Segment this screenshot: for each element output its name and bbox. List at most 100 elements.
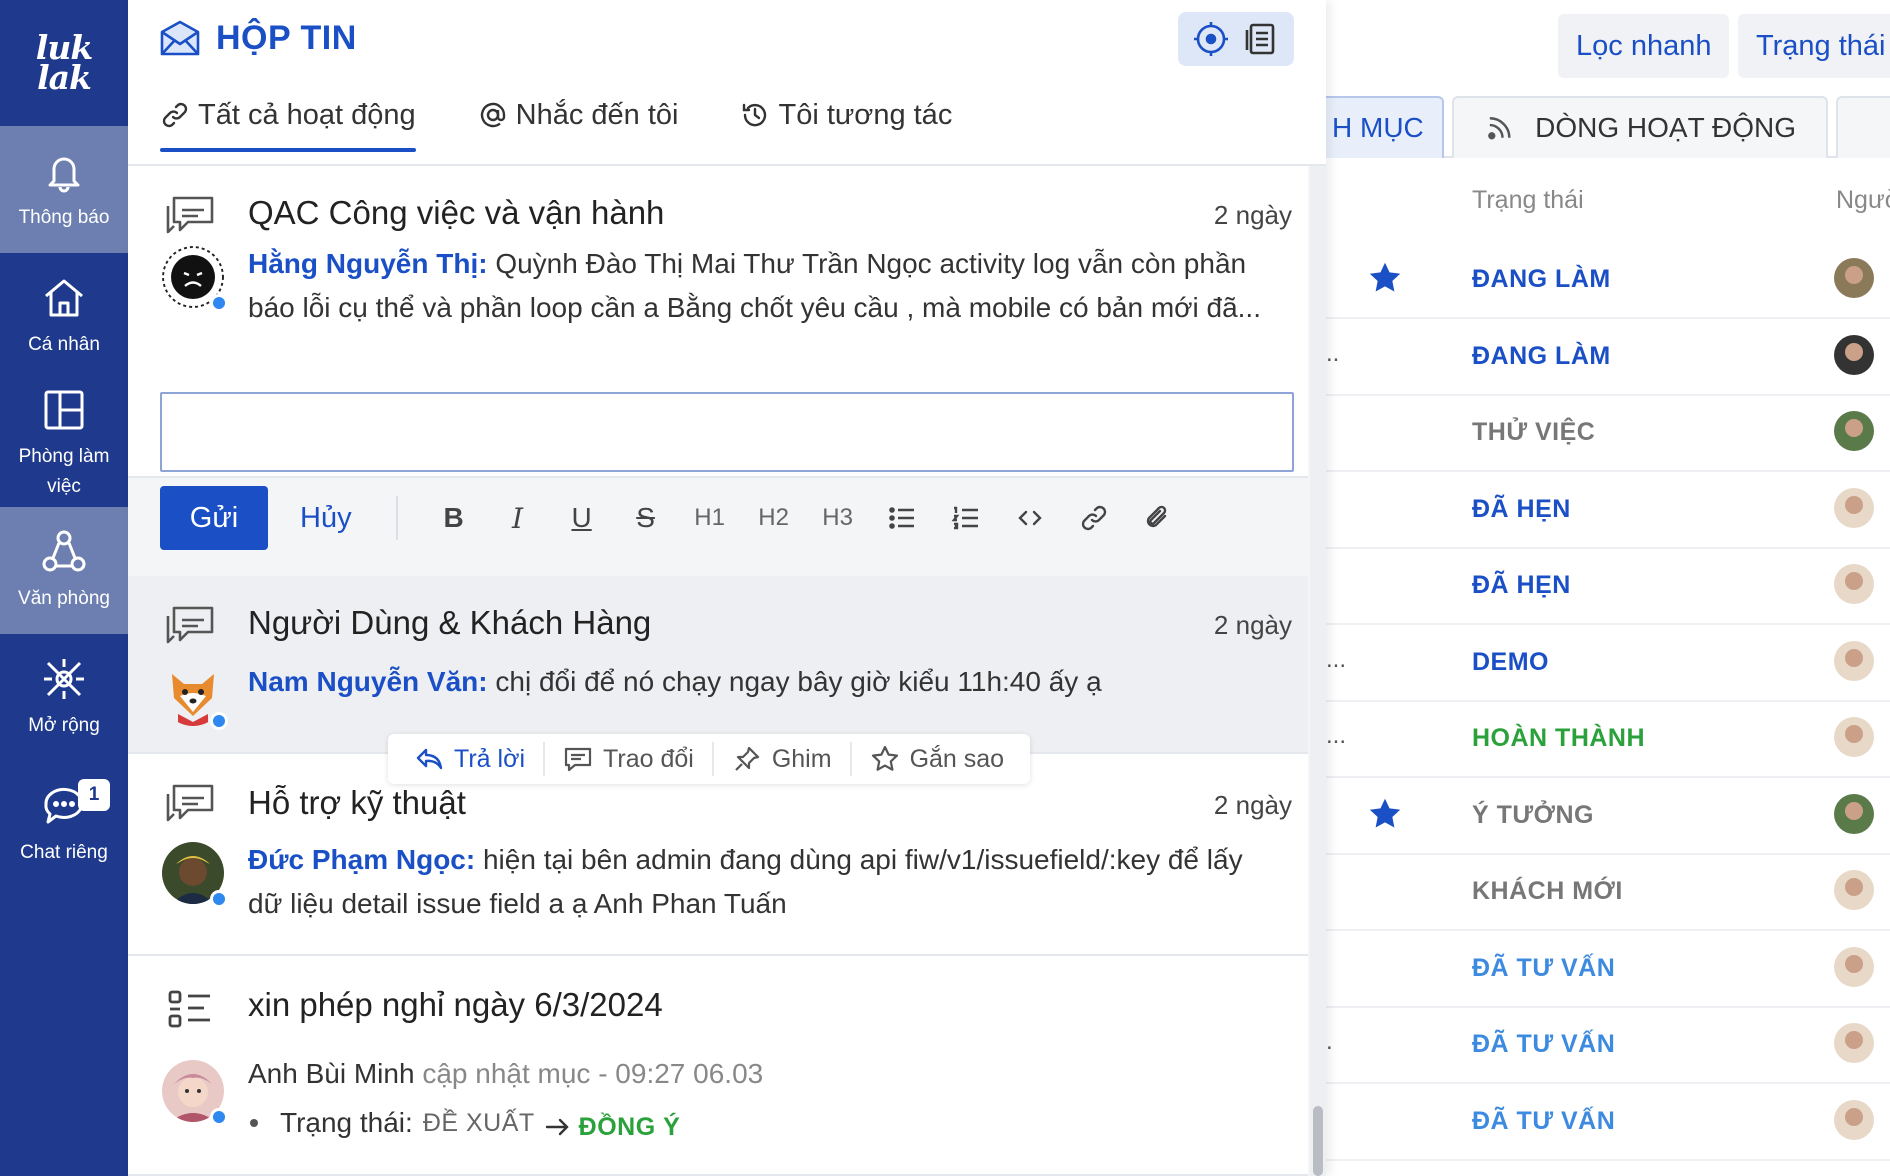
send-button[interactable]: Gửi	[160, 486, 268, 550]
activity-card[interactable]: xin phép nghỉ ngày 6/3/2024 Anh Bùi Minh…	[128, 956, 1308, 1176]
table-row[interactable]: ĐANG LÀM	[1326, 243, 1890, 319]
table-row[interactable]: ĐÃ HẸN	[1326, 473, 1890, 549]
assignee-avatar[interactable]	[1834, 1099, 1874, 1140]
table-row[interactable]: KHÁCH MỚI	[1326, 855, 1890, 931]
pin-button[interactable]: Ghim	[714, 742, 852, 776]
assignee-avatar[interactable]	[1834, 258, 1874, 298]
status-filter-button[interactable]: Trạng thái	[1738, 14, 1890, 78]
avatar[interactable]	[162, 246, 228, 312]
mail-icon	[160, 20, 200, 56]
rail-item-extensions[interactable]: Mở rộng	[0, 634, 128, 761]
heading1-button[interactable]: H1	[678, 493, 742, 543]
rail-item-workspace[interactable]: Phòng làm việc	[0, 380, 128, 507]
link-button[interactable]	[1062, 493, 1126, 543]
attach-button[interactable]	[1126, 493, 1190, 543]
table-row[interactable]: ... DEMO	[1326, 626, 1890, 702]
tab-activity-stream[interactable]: DÒNG HOẠT ĐỘNG	[1452, 96, 1828, 158]
list-view-icon[interactable]	[1242, 20, 1280, 58]
activity-card[interactable]: Người Dùng & Khách Hàng 2 ngày Nam Nguyễ…	[128, 576, 1308, 754]
table-row[interactable]: ĐÃ HẸN	[1326, 549, 1890, 625]
tab-my-interactions[interactable]: Tôi tương tác	[740, 88, 952, 142]
table-row[interactable]: Ý TƯỞNG	[1326, 779, 1890, 855]
assignee-avatar[interactable]	[1834, 487, 1874, 528]
reply-input[interactable]	[160, 392, 1294, 472]
message-text: chị đổi để nó chạy ngay bây giờ kiểu 11h…	[487, 666, 1102, 697]
heading3-button[interactable]: H3	[806, 493, 870, 543]
underline-button[interactable]: U	[550, 493, 614, 543]
rail-item-office[interactable]: Văn phòng	[0, 507, 128, 634]
table-row[interactable]: ĐÃ TƯ VẤN	[1326, 932, 1890, 1008]
quick-filter-button[interactable]: Lọc nhanh	[1558, 14, 1730, 78]
rail-item-personal[interactable]: Cá nhân	[0, 253, 128, 380]
table-row[interactable]: THỬ VIỆC	[1326, 396, 1890, 472]
message-author[interactable]: Nam Nguyễn Văn:	[248, 666, 488, 697]
rail-item-private-chat[interactable]: Chat riêng 1	[0, 761, 128, 888]
inbox-header: HỘP TIN Tất cả hoạt động Nhắc đến tôi Tô…	[128, 0, 1326, 166]
status-label: DEMO	[1472, 647, 1549, 676]
avatar-face	[1845, 1031, 1863, 1049]
strikethrough-button[interactable]: S	[614, 493, 678, 543]
discuss-button[interactable]: Trao đổi	[545, 742, 714, 776]
assignee-avatar[interactable]	[1834, 870, 1874, 910]
bullet-list-button[interactable]	[870, 493, 934, 543]
tab-mentions[interactable]: Nhắc đến tôi	[478, 88, 679, 142]
app-logo[interactable]: luk lak	[0, 0, 128, 126]
assignee-avatar[interactable]	[1834, 946, 1874, 987]
rail-label: Cá nhân	[28, 333, 100, 355]
numbered-list-button[interactable]	[934, 493, 998, 543]
tab-label: Tôi tương tác	[778, 98, 953, 131]
tab-label: Nhắc đến tôi	[515, 98, 679, 131]
avatar[interactable]	[162, 842, 228, 908]
star-filled-icon[interactable]	[1366, 795, 1404, 833]
avatar-face	[1845, 878, 1863, 896]
star-filled-icon[interactable]	[1366, 259, 1404, 297]
assignee-avatar[interactable]	[1834, 411, 1874, 451]
feed-scrollbar[interactable]	[1310, 166, 1326, 1176]
rail-item-notifications[interactable]: Thông báo	[0, 126, 128, 253]
table-row[interactable]: .. ĐANG LÀM	[1326, 320, 1890, 396]
message-author[interactable]: Đức Phạm Ngọc:	[248, 844, 475, 875]
cancel-button[interactable]: Hủy	[300, 502, 352, 535]
header-tools	[1178, 12, 1294, 66]
star-button[interactable]: Gắn sao	[852, 742, 1023, 776]
assignee-avatar[interactable]	[1834, 334, 1874, 375]
chat-group-icon	[166, 784, 214, 822]
assignee-avatar[interactable]	[1834, 717, 1874, 757]
truncated-cell: ...	[1326, 722, 1347, 749]
update-author[interactable]: Anh Bùi Minh	[248, 1058, 415, 1089]
avatar-face	[1845, 495, 1863, 514]
message-author[interactable]: Hằng Nguyễn Thị:	[248, 248, 488, 279]
tab-more[interactable]	[1836, 96, 1890, 158]
table-row[interactable]: ... HOÀN THÀNH	[1326, 702, 1890, 778]
bold-button[interactable]: B	[422, 493, 486, 543]
reply-icon	[416, 748, 443, 770]
heading2-button[interactable]: H2	[742, 493, 806, 543]
activity-card[interactable]: QAC Công việc và vận hành 2 ngày Hằng Ng…	[128, 166, 1308, 478]
target-icon[interactable]	[1192, 20, 1230, 58]
chat-group-icon	[166, 606, 214, 644]
assignee-avatar[interactable]	[1834, 640, 1874, 681]
column-header-person: Ngườ	[1836, 186, 1890, 214]
table-row[interactable]: . ĐÃ TƯ VẤN	[1326, 1008, 1890, 1084]
status-to: ĐỒNG Ý	[578, 1112, 681, 1141]
status-label: ĐÃ TƯ VẤN	[1472, 1106, 1616, 1135]
reply-button[interactable]: Trả lời	[396, 742, 546, 776]
logo-text: luk lak	[35, 28, 93, 97]
status-from: ĐỀ XUẤT	[422, 1108, 535, 1137]
tab-list[interactable]: H MỤC	[1326, 96, 1444, 158]
truncated-cell: .	[1326, 1028, 1333, 1055]
activity-card[interactable]: Hỗ trợ kỹ thuật 2 ngày Đức Phạm Ngọc: hi…	[128, 754, 1308, 956]
italic-button[interactable]: I	[486, 493, 550, 543]
table-row[interactable]: ĐÃ TƯ VẤN	[1326, 1085, 1890, 1161]
scroll-thumb[interactable]	[1313, 1106, 1323, 1176]
card-message: Hằng Nguyễn Thị: Quỳnh Đào Thị Mai Thư T…	[248, 242, 1278, 330]
rail-label: Mở rộng	[28, 714, 100, 736]
avatar[interactable]	[162, 664, 228, 730]
tab-all-activity[interactable]: Tất cả hoạt động	[160, 88, 416, 152]
assignee-avatar[interactable]	[1834, 564, 1874, 604]
assignee-avatar[interactable]	[1834, 793, 1874, 834]
assignee-avatar[interactable]	[1834, 1023, 1874, 1063]
avatar[interactable]	[162, 1060, 228, 1126]
card-time: 2 ngày	[1213, 200, 1292, 230]
code-button[interactable]	[998, 493, 1062, 543]
